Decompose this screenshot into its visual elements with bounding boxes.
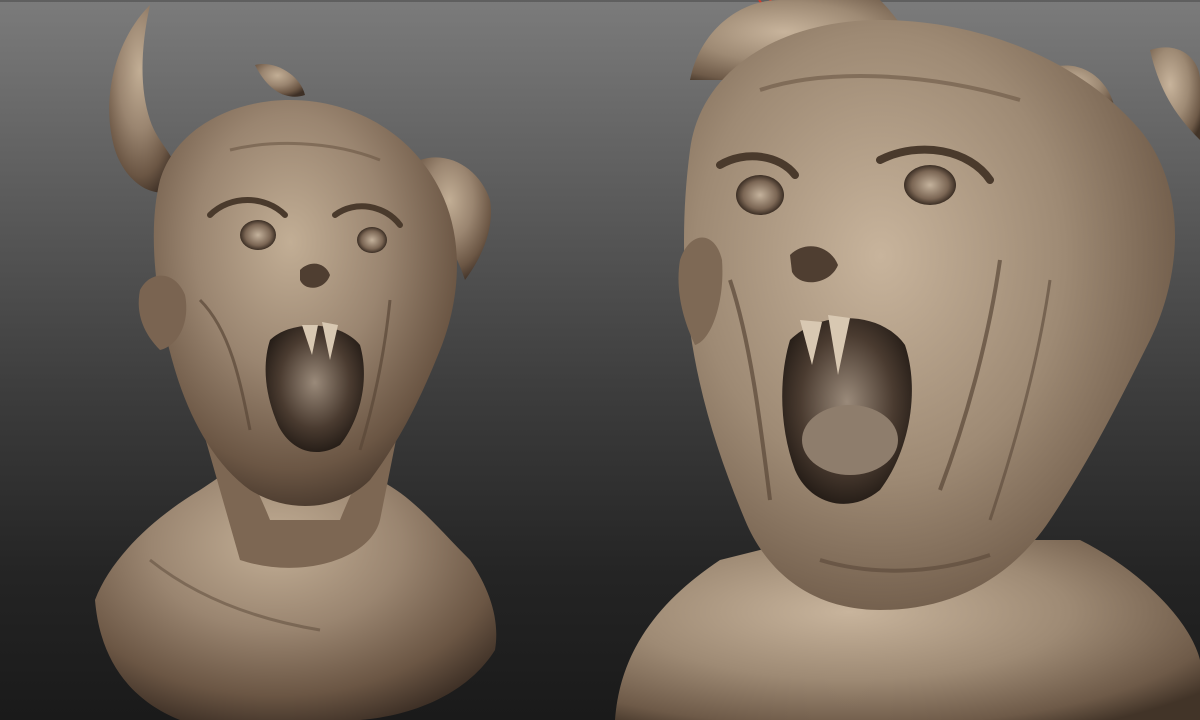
creature-bust-left[interactable] — [95, 5, 497, 720]
sculpt-canvas — [95, 0, 1200, 720]
creature-bust-right[interactable] — [615, 0, 1200, 720]
sculpt-viewport[interactable] — [0, 0, 1200, 720]
